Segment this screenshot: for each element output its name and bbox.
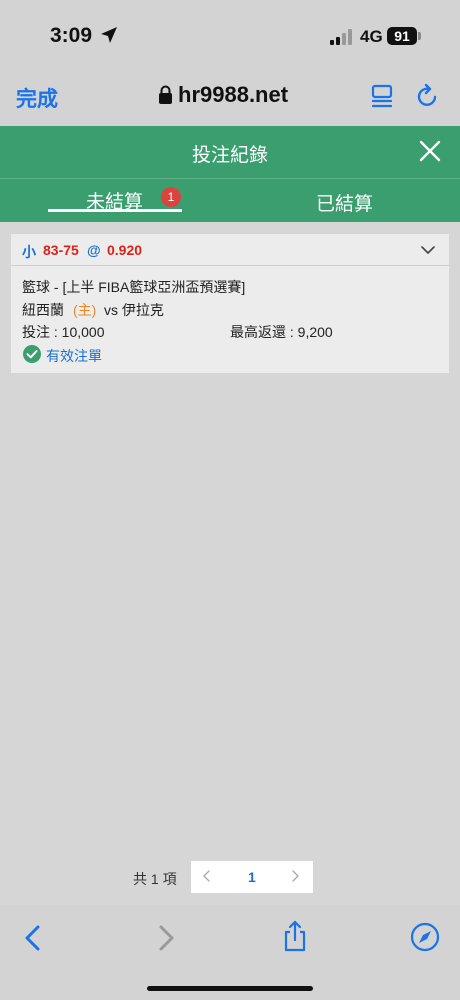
check-circle-icon	[23, 345, 41, 363]
share-icon[interactable]	[282, 920, 308, 952]
cellular-signal-icon	[330, 29, 352, 45]
bet-type: 小	[22, 244, 36, 260]
status-bar: 3:09 4G 91	[0, 0, 460, 70]
league-name: 籃球 - [上半 FIBA籃球亞洲盃預選賽]	[22, 279, 246, 295]
location-arrow-icon	[101, 27, 117, 43]
page-title: 投注紀錄	[191, 145, 268, 166]
page-header: 投注紀錄	[0, 126, 460, 178]
browser-toolbar: 完成 hr9988.net	[0, 70, 460, 126]
max-return: 最高返還 : 9,200	[230, 324, 333, 340]
status-time: 3:09	[50, 24, 93, 47]
pagination: 1	[191, 861, 313, 893]
chevron-down-icon[interactable]	[421, 243, 435, 257]
battery-tip	[418, 32, 421, 40]
home-tag: (主)	[73, 302, 97, 318]
chevron-right-icon[interactable]	[289, 868, 301, 884]
bet-card-header[interactable]: 小 83-75 @ 0.920	[11, 234, 449, 266]
home-indicator	[147, 986, 313, 991]
active-tab-indicator	[48, 209, 182, 212]
at-sign: @	[87, 242, 101, 258]
bet-card[interactable]: 小 83-75 @ 0.920 籃球 - [上半 FIBA籃球亞洲盃預選賽] 紐…	[11, 234, 449, 373]
page-number[interactable]: 1	[248, 869, 256, 885]
compass-icon[interactable]	[410, 922, 440, 952]
back-arrow-icon[interactable]	[22, 924, 44, 952]
away-team: vs 伊拉克	[104, 302, 164, 318]
unsettled-count-badge: 1	[161, 187, 181, 207]
home-team: 紐西蘭	[22, 302, 64, 318]
reader-mode-icon[interactable]	[371, 84, 393, 108]
bet-line: 83-75	[43, 242, 79, 258]
bet-status: 有效注單	[46, 348, 102, 364]
stake-amount: 投注 : 10,000	[22, 324, 105, 340]
address-bar[interactable]: hr9988.net	[158, 82, 288, 108]
network-type: 4G	[360, 27, 383, 46]
chevron-left-icon[interactable]	[201, 868, 213, 884]
close-icon[interactable]	[419, 140, 441, 162]
done-button[interactable]: 完成	[16, 83, 58, 113]
total-count: 共 1 項	[133, 871, 177, 887]
url-text: hr9988.net	[178, 82, 289, 107]
forward-arrow-icon[interactable]	[155, 924, 177, 952]
reload-icon[interactable]	[416, 84, 440, 108]
bet-odds: 0.920	[107, 242, 143, 258]
lock-icon	[159, 85, 172, 104]
battery-icon: 91	[387, 27, 417, 45]
tab-bar: 未結算 已結算	[0, 178, 460, 222]
tab-settled[interactable]: 已結算	[316, 189, 373, 216]
